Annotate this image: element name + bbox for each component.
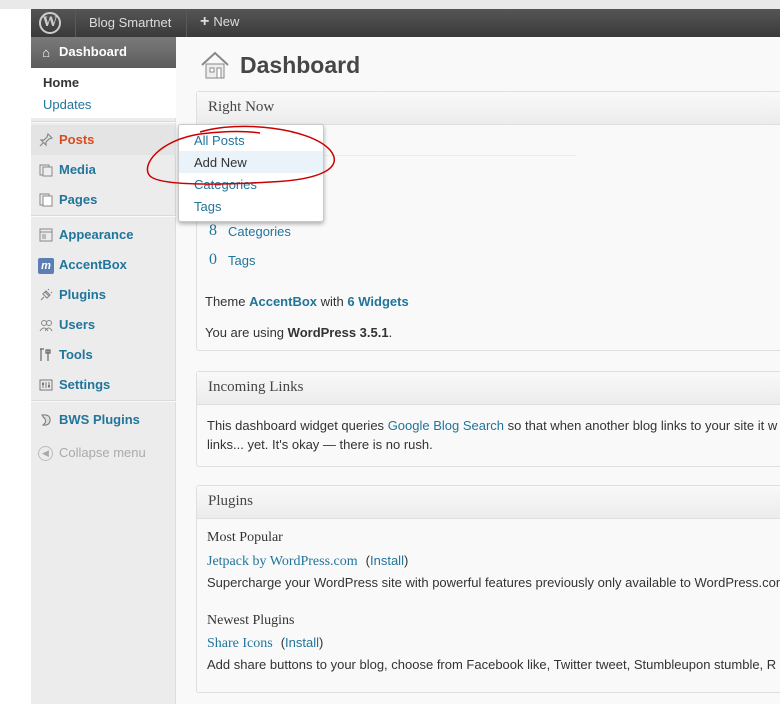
appearance-icon xyxy=(38,228,54,244)
plugins-widget: Plugins Most Popular Jetpack by WordPres… xyxy=(196,485,780,693)
flyout-tags[interactable]: Tags xyxy=(179,195,323,217)
incoming-text-line2: links... yet. It's okay — there is no ru… xyxy=(207,437,433,452)
widgets-link[interactable]: 6 Widgets xyxy=(347,294,408,309)
collapse-arrow-icon: ◀ xyxy=(38,446,53,461)
sidebar-item-label: Users xyxy=(59,317,96,332)
tags-count[interactable]: 0 xyxy=(209,251,217,269)
version-suffix: . xyxy=(388,325,393,340)
newest-plugins-heading: Newest Plugins xyxy=(207,613,295,628)
browser-tab-strip xyxy=(0,0,780,9)
sidebar-item-label: Tools xyxy=(59,347,93,362)
install-link[interactable]: Install xyxy=(370,553,404,568)
home-icon: ⌂ xyxy=(42,45,50,60)
pin-icon xyxy=(38,132,54,149)
install-link-wrap: (Install) xyxy=(280,635,324,650)
sidebar-item-label: Media xyxy=(59,162,96,177)
sidebar-item-accentbox[interactable]: m AccentBox xyxy=(31,250,176,280)
new-label: New xyxy=(213,14,240,29)
incoming-text-before: This dashboard widget queries xyxy=(207,418,385,433)
left-margin xyxy=(0,9,31,704)
incoming-links-text: This dashboard widget queries Google Blo… xyxy=(207,416,780,454)
flyout-categories[interactable]: Categories xyxy=(179,173,323,195)
version-number: WordPress 3.5.1 xyxy=(287,325,389,340)
collapse-menu-button[interactable]: ◀ Collapse menu xyxy=(31,438,176,468)
tags-link[interactable]: Tags xyxy=(228,253,255,268)
new-content-button[interactable]: + New xyxy=(200,13,239,31)
theme-info: Theme AccentBox with 6 Widgets xyxy=(205,294,409,309)
install-link[interactable]: Install xyxy=(285,635,319,650)
flyout-all-posts[interactable]: All Posts xyxy=(179,129,323,151)
incoming-text-after: so that when another blog links to your … xyxy=(507,418,778,433)
plugin-description: Add share buttons to your blog, choose f… xyxy=(207,657,777,672)
users-icon xyxy=(38,318,54,334)
accentbox-icon: m xyxy=(38,258,54,274)
plus-icon: + xyxy=(200,13,210,30)
media-icon xyxy=(38,163,54,179)
sidebar-item-label: Plugins xyxy=(59,287,106,302)
bws-icon xyxy=(38,413,54,429)
categories-link[interactable]: Categories xyxy=(228,224,291,239)
wordpress-logo-icon[interactable]: W xyxy=(39,12,61,34)
categories-count[interactable]: 8 xyxy=(209,222,217,240)
sidebar-item-media[interactable]: Media xyxy=(31,155,176,185)
sidebar-item-bws-plugins[interactable]: BWS Plugins xyxy=(31,405,176,435)
submenu-home[interactable]: Home xyxy=(43,75,79,90)
sidebar-item-label: Appearance xyxy=(59,227,134,242)
sidebar-item-pages[interactable]: Pages xyxy=(31,185,176,215)
most-popular-heading: Most Popular xyxy=(207,530,283,545)
dashboard-submenu: Home Updates xyxy=(31,68,176,118)
version-prefix: You are using xyxy=(205,325,285,340)
admin-bar-separator xyxy=(75,9,76,37)
plugin-name[interactable]: Share Icons xyxy=(207,636,273,651)
sidebar-item-label: Settings xyxy=(59,377,111,392)
version-info: You are using WordPress 3.5.1. xyxy=(205,325,392,340)
page-title: Dashboard xyxy=(240,52,361,78)
menu-separator xyxy=(31,121,176,123)
sidebar-item-plugins[interactable]: Plugins xyxy=(31,280,176,310)
widget-title[interactable]: Incoming Links xyxy=(197,372,780,405)
install-link-wrap: (Install) xyxy=(365,553,409,568)
admin-bar: W Blog Smartnet + New xyxy=(31,9,780,37)
dashboard-home-icon xyxy=(199,49,231,81)
submenu-updates[interactable]: Updates xyxy=(43,97,91,112)
sidebar-item-label: Dashboard xyxy=(59,44,127,59)
sidebar-item-settings[interactable]: Settings xyxy=(31,370,176,400)
jetpack-plugin-link: Jetpack by WordPress.com (Install) xyxy=(207,553,408,570)
theme-name-link[interactable]: AccentBox xyxy=(249,294,317,309)
sidebar-item-label: AccentBox xyxy=(59,257,127,272)
sidebar-item-label: BWS Plugins xyxy=(59,412,140,427)
collapse-menu-label: Collapse menu xyxy=(59,445,146,460)
menu-separator xyxy=(31,215,176,217)
tools-icon xyxy=(38,348,54,364)
admin-sidebar: ⌂ Dashboard Home Updates Posts Media Pag… xyxy=(31,37,184,704)
plugin-name[interactable]: Jetpack by WordPress.com xyxy=(207,554,358,569)
sidebar-item-dashboard[interactable]: ⌂ Dashboard xyxy=(31,37,184,68)
site-name-link[interactable]: Blog Smartnet xyxy=(89,15,171,30)
incoming-links-widget: Incoming Links This dashboard widget que… xyxy=(196,371,780,467)
theme-with-text: with xyxy=(320,294,344,309)
sidebar-item-label: Pages xyxy=(59,192,98,207)
theme-prefix: Theme xyxy=(205,294,246,309)
sidebar-item-label: Posts xyxy=(59,132,95,147)
plug-icon xyxy=(38,288,54,304)
sidebar-item-users[interactable]: Users xyxy=(31,310,176,340)
sidebar-item-appearance[interactable]: Appearance xyxy=(31,220,176,250)
widget-title[interactable]: Right Now xyxy=(197,92,780,125)
posts-flyout-menu: All Posts Add New Categories Tags xyxy=(178,124,324,222)
share-icons-plugin-link: Share Icons (Install) xyxy=(207,635,323,652)
sidebar-item-posts[interactable]: Posts xyxy=(31,125,176,155)
menu-separator xyxy=(31,400,176,402)
flyout-add-new[interactable]: Add New xyxy=(179,151,323,173)
plugin-description: Supercharge your WordPress site with pow… xyxy=(207,575,780,590)
widget-title[interactable]: Plugins xyxy=(197,486,780,519)
admin-bar-separator xyxy=(186,9,187,37)
pages-icon xyxy=(38,193,54,209)
google-blog-search-link[interactable]: Google Blog Search xyxy=(388,418,504,433)
sidebar-item-tools[interactable]: Tools xyxy=(31,340,176,370)
settings-icon xyxy=(38,378,54,394)
